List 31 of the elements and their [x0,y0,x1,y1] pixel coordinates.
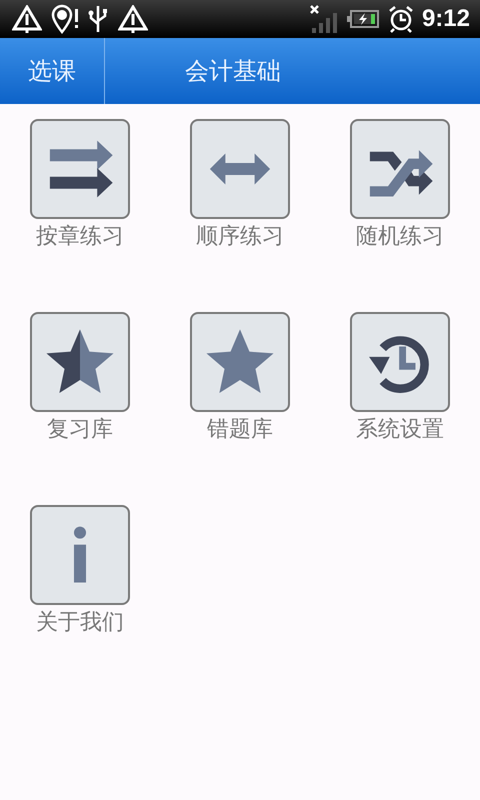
star-icon [206,329,274,393]
tile-button[interactable] [190,119,290,219]
tile-label: 按章练习 [36,223,124,251]
usb-icon [88,4,110,34]
tile-label: 复习库 [47,416,113,444]
tile-label: 系统设置 [356,416,444,444]
history-icon [369,336,429,393]
no-signal-icon [310,4,338,34]
tile-label: 随机练习 [356,223,444,251]
page-title: 会计基础 [185,56,281,87]
star-icon [46,329,114,393]
two-arrows-icon [50,140,113,198]
tile-button[interactable] [30,119,130,219]
tile-button[interactable] [190,312,290,412]
alarm-clock-icon [388,5,414,33]
warning-icon [12,5,42,33]
back-button[interactable]: 选课 [0,38,105,104]
tile-button[interactable] [30,505,130,605]
location-pin-icon [50,4,80,34]
clock-time: 9:12 [422,5,470,33]
battery-charging-icon [346,9,380,29]
tile-label: 关于我们 [36,609,124,637]
shuffle-icon [370,150,433,197]
warning-icon [118,5,148,33]
tile-button[interactable] [350,312,450,412]
tile-button[interactable] [350,119,450,219]
info-icon [74,526,86,583]
tile-label: 顺序练习 [196,223,284,251]
double-arrow-icon [210,154,270,184]
tile-label: 错题库 [207,416,273,444]
tile-button[interactable] [30,312,130,412]
